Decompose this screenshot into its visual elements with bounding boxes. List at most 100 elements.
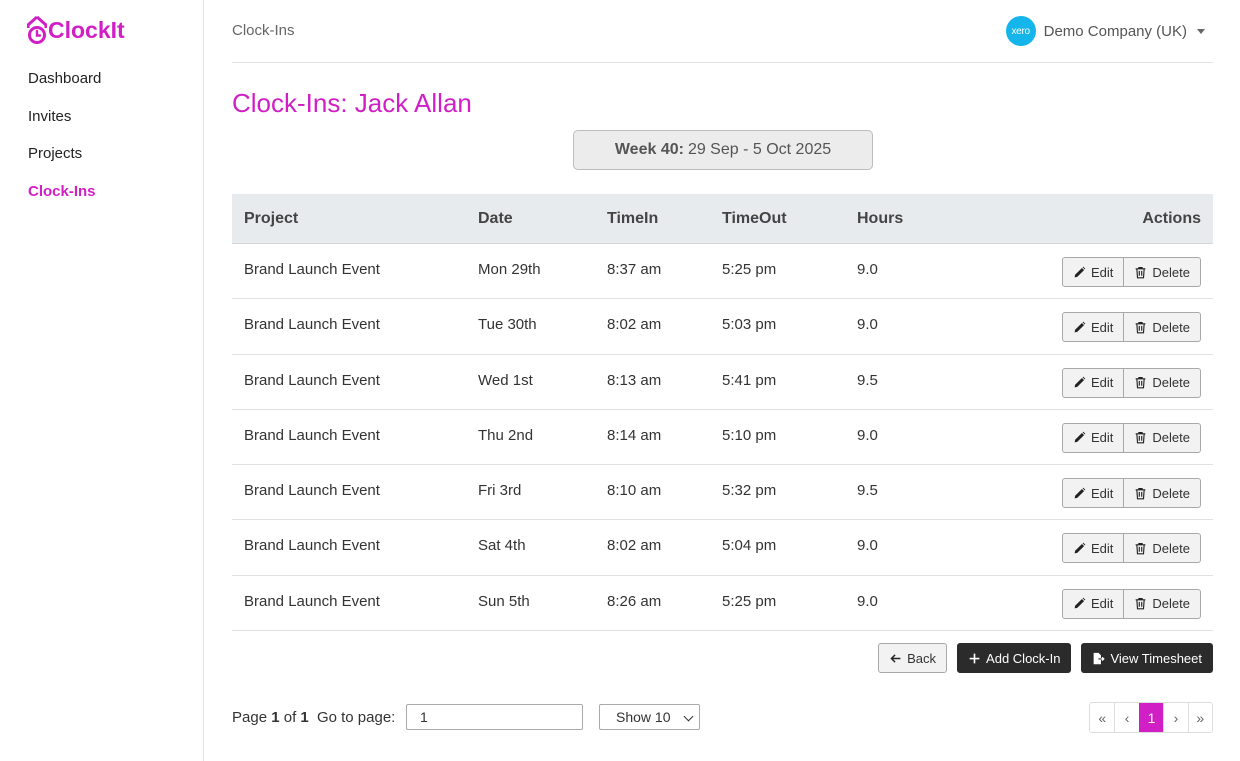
row-actions: Edit Delete bbox=[1062, 478, 1201, 509]
column-header-time-out: TimeOut bbox=[722, 210, 787, 227]
add-clock-in-label: Add Clock-In bbox=[986, 650, 1061, 666]
week-number: Week 40: bbox=[614, 141, 684, 158]
plus-icon bbox=[969, 653, 980, 663]
delete-label: Delete bbox=[1152, 319, 1190, 335]
cell-project: Brand Launch Event bbox=[244, 316, 380, 334]
edit-label: Edit bbox=[1091, 596, 1114, 612]
delete-button[interactable]: Delete bbox=[1124, 367, 1201, 398]
row-actions: Edit Delete bbox=[1062, 367, 1201, 398]
pagination: « ‹ 1 › » bbox=[1089, 702, 1213, 733]
cell-time-in: 8:14 am bbox=[607, 426, 662, 444]
delete-button[interactable]: Delete bbox=[1124, 422, 1201, 453]
table-row: Brand Launch Event Sat 4th 8:02 am 5:04 … bbox=[232, 520, 1213, 576]
delete-button[interactable]: Delete bbox=[1124, 257, 1201, 287]
edit-button[interactable]: Edit bbox=[1062, 533, 1125, 564]
edit-label: Edit bbox=[1091, 430, 1114, 446]
cell-date: Mon 29th bbox=[478, 261, 541, 278]
delete-button[interactable]: Delete bbox=[1124, 478, 1201, 509]
edit-button[interactable]: Edit bbox=[1062, 478, 1125, 509]
cell-date: Fri 3rd bbox=[478, 482, 522, 500]
cell-project: Brand Launch Event bbox=[244, 426, 380, 444]
cell-date: Sat 4th bbox=[478, 537, 526, 555]
row-actions: Edit Delete bbox=[1062, 257, 1201, 287]
back-button[interactable]: Back bbox=[878, 643, 948, 673]
edit-label: Edit bbox=[1091, 375, 1114, 391]
cell-hours: 9.5 bbox=[857, 482, 878, 500]
edit-label: Edit bbox=[1091, 485, 1114, 501]
column-header-actions: Actions bbox=[1142, 210, 1201, 227]
goto-page-input[interactable] bbox=[406, 704, 583, 730]
previous-page-button[interactable]: ‹ bbox=[1114, 703, 1139, 732]
page-title: Clock-Ins: Jack Allan bbox=[232, 88, 472, 118]
week-selector[interactable]: Week 40: 29 Sep - 5 Oct 2025 bbox=[573, 130, 873, 170]
sidebar-item-invites[interactable]: Invites bbox=[28, 108, 101, 146]
pencil-icon bbox=[1074, 321, 1086, 333]
trash-icon bbox=[1136, 321, 1146, 334]
delete-label: Delete bbox=[1152, 430, 1190, 446]
edit-button[interactable]: Edit bbox=[1062, 588, 1125, 619]
edit-label: Edit bbox=[1091, 540, 1114, 556]
cell-project: Brand Launch Event bbox=[244, 537, 380, 555]
cell-hours: 9.0 bbox=[857, 537, 878, 555]
next-page-button[interactable]: › bbox=[1163, 703, 1188, 732]
row-actions: Edit Delete bbox=[1062, 588, 1201, 619]
delete-button[interactable]: Delete bbox=[1124, 588, 1201, 619]
pencil-icon bbox=[1074, 376, 1086, 388]
edit-button[interactable]: Edit bbox=[1062, 422, 1125, 453]
trash-icon bbox=[1136, 543, 1146, 555]
cell-time-in: 8:26 am bbox=[607, 592, 662, 610]
cell-time-out: 5:10 pm bbox=[722, 426, 777, 444]
sidebar-item-clock-ins[interactable]: Clock-Ins bbox=[28, 183, 101, 221]
app-logo[interactable]: ClockIt bbox=[27, 16, 125, 45]
chevron-down-icon bbox=[1197, 28, 1205, 34]
column-header-time-in: TimeIn bbox=[607, 210, 659, 227]
sidebar-item-dashboard[interactable]: Dashboard bbox=[28, 70, 101, 108]
first-page-button[interactable]: « bbox=[1090, 703, 1115, 732]
page-size-value: Show 10 bbox=[616, 709, 671, 725]
company-name: Demo Company (UK) bbox=[1043, 22, 1187, 40]
delete-button[interactable]: Delete bbox=[1124, 312, 1201, 343]
cell-time-out: 5:25 pm bbox=[722, 592, 777, 610]
table-row: Brand Launch Event Fri 3rd 8:10 am 5:32 … bbox=[232, 465, 1213, 521]
current-page: 1 bbox=[271, 709, 280, 726]
edit-button[interactable]: Edit bbox=[1062, 312, 1125, 343]
last-page-button[interactable]: » bbox=[1187, 703, 1212, 732]
clock-ins-table: Project Date TimeIn TimeOut Hours Action… bbox=[232, 194, 1213, 632]
table-row: Brand Launch Event Sun 5th 8:26 am 5:25 … bbox=[232, 576, 1213, 632]
cell-time-out: 5:25 pm bbox=[722, 261, 777, 278]
pencil-icon bbox=[1074, 597, 1086, 609]
app-name: ClockIt bbox=[48, 17, 125, 43]
sidebar-nav: Dashboard Invites Projects Clock-Ins bbox=[28, 70, 101, 221]
sidebar-item-projects[interactable]: Projects bbox=[28, 145, 101, 183]
pencil-icon bbox=[1074, 542, 1086, 554]
breadcrumb[interactable]: Clock-Ins bbox=[232, 22, 295, 39]
pencil-icon bbox=[1074, 266, 1086, 277]
cell-time-out: 5:32 pm bbox=[722, 482, 777, 500]
page-indicator: Page 1 of 1 Go to page: bbox=[232, 709, 395, 726]
pencil-icon bbox=[1074, 487, 1086, 499]
page-1-button[interactable]: 1 bbox=[1138, 703, 1164, 732]
delete-label: Delete bbox=[1152, 540, 1190, 556]
trash-icon bbox=[1136, 487, 1146, 500]
week-range: 29 Sep - 5 Oct 2025 bbox=[687, 141, 832, 158]
cell-project: Brand Launch Event bbox=[244, 592, 380, 610]
edit-button[interactable]: Edit bbox=[1062, 257, 1125, 287]
row-actions: Edit Delete bbox=[1062, 422, 1201, 453]
column-header-date: Date bbox=[478, 210, 513, 227]
cell-time-in: 8:02 am bbox=[607, 316, 662, 334]
table-row: Brand Launch Event Tue 30th 8:02 am 5:03… bbox=[232, 299, 1213, 355]
delete-button[interactable]: Delete bbox=[1124, 533, 1201, 564]
table-body: Brand Launch Event Mon 29th 8:37 am 5:25… bbox=[232, 244, 1213, 632]
cell-time-in: 8:10 am bbox=[607, 482, 662, 500]
cell-project: Brand Launch Event bbox=[244, 371, 380, 389]
page-size-select[interactable]: Show 10 bbox=[599, 704, 700, 730]
view-timesheet-button[interactable]: View Timesheet bbox=[1081, 643, 1213, 673]
trash-icon bbox=[1136, 266, 1146, 278]
edit-label: Edit bbox=[1091, 264, 1114, 280]
file-export-icon bbox=[1094, 652, 1106, 664]
column-header-hours: Hours bbox=[857, 210, 904, 227]
arrow-left-icon bbox=[890, 653, 901, 663]
company-switcher[interactable]: xero Demo Company (UK) bbox=[1005, 16, 1205, 46]
add-clock-in-button[interactable]: Add Clock-In bbox=[957, 643, 1072, 673]
edit-button[interactable]: Edit bbox=[1062, 367, 1125, 398]
